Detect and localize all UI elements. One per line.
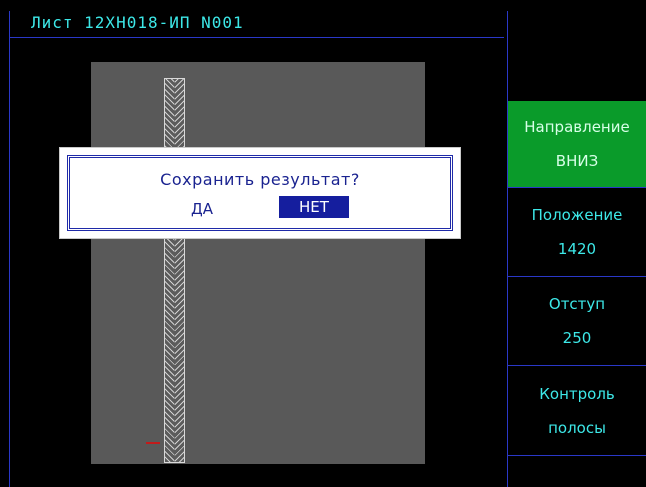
save-dialog: Сохранить результат?: [59, 147, 461, 239]
sheet-view: [91, 62, 425, 464]
position-label: Положение: [531, 206, 623, 224]
dialog-frame: Сохранить результат?: [67, 155, 453, 231]
empty-slot: [507, 456, 646, 487]
strip-control-label: Контроль: [539, 384, 615, 403]
strip-control-value: полосы: [548, 418, 606, 437]
direction-label: Направление: [524, 118, 630, 136]
offset-button[interactable]: Отступ 250: [507, 277, 646, 366]
offset-label: Отступ: [548, 295, 606, 313]
position-value: 1420: [557, 240, 597, 258]
strip-control-button[interactable]: Контроль полосы: [507, 366, 646, 456]
position-marker: [146, 442, 160, 444]
direction-button[interactable]: Направление ВНИЗ: [507, 101, 646, 188]
window-title: Лист 12ХН018-ИП N001: [9, 11, 504, 38]
strip-lane: [164, 78, 185, 463]
position-button[interactable]: Положение 1420: [507, 188, 646, 277]
offset-value: 250: [562, 329, 592, 347]
sidebar: Направление ВНИЗ Положение 1420 Отступ 2…: [507, 101, 646, 487]
yes-button[interactable]: ДА: [182, 200, 222, 218]
left-frame-line: [9, 11, 10, 487]
no-button[interactable]: НЕТ: [279, 196, 349, 218]
dialog-message: Сохранить результат?: [160, 170, 360, 189]
sidebar-header-cell: [507, 11, 646, 101]
direction-value: ВНИЗ: [555, 152, 599, 170]
